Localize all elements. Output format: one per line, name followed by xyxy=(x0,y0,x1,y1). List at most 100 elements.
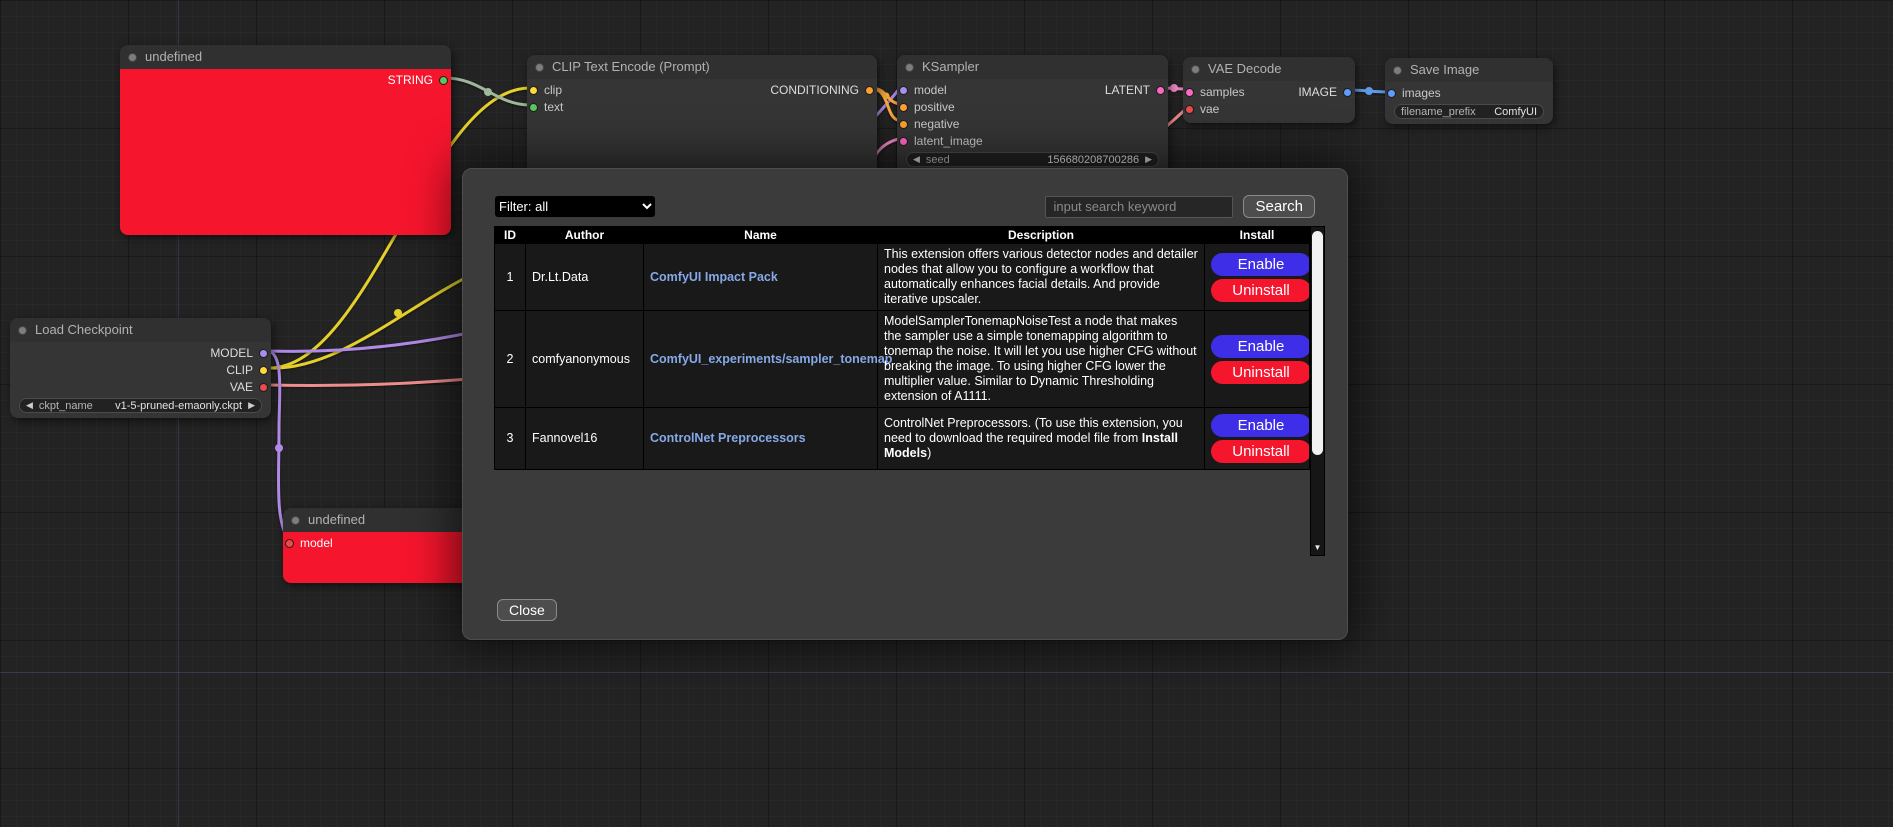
output-label-model: MODEL xyxy=(210,345,253,362)
ckpt-name-value: v1-5-pruned-emaonly.ckpt xyxy=(115,400,242,412)
seed-widget-value: 156680208700286 xyxy=(1047,154,1139,166)
filename-prefix-label: filename_prefix xyxy=(1401,106,1476,118)
node-undefined-bottom[interactable]: undefined model xyxy=(283,508,483,583)
node-status-icon xyxy=(291,516,300,525)
cell-id: 2 xyxy=(495,311,526,408)
node-title-bar[interactable]: CLIP Text Encode (Prompt) xyxy=(527,55,877,79)
uninstall-button[interactable]: Uninstall xyxy=(1211,279,1311,302)
table-header-row: ID Author Name Description Install xyxy=(495,227,1310,244)
input-slot-text[interactable] xyxy=(529,103,538,112)
extension-table-container: ID Author Name Description Install 1 Dr.… xyxy=(494,226,1325,556)
cell-description: This extension offers various detector n… xyxy=(878,244,1205,311)
header-id: ID xyxy=(495,227,526,244)
enable-button[interactable]: Enable xyxy=(1211,253,1311,276)
enable-button[interactable]: Enable xyxy=(1211,414,1311,437)
table-scrollbar[interactable]: ▼ xyxy=(1310,226,1325,556)
input-label-text: text xyxy=(544,99,563,116)
scrollbar-thumb[interactable] xyxy=(1312,231,1323,455)
prev-arrow-icon[interactable]: ◀ xyxy=(26,398,33,413)
filename-prefix-widget[interactable]: filename_prefix ComfyUI xyxy=(1394,104,1544,119)
node-load-checkpoint[interactable]: Load Checkpoint MODEL CLIP VAE ◀ ckpt_na… xyxy=(10,318,271,418)
node-title: Load Checkpoint xyxy=(35,322,133,337)
node-title: Save Image xyxy=(1410,62,1479,77)
node-title-bar[interactable]: VAE Decode xyxy=(1183,57,1355,81)
input-slot-vae[interactable] xyxy=(1185,105,1194,114)
cell-author: Fannovel16 xyxy=(526,408,644,470)
extension-link[interactable]: ControlNet Preprocessors xyxy=(650,431,806,445)
extension-row: 1 Dr.Lt.Data ComfyUI Impact Pack This ex… xyxy=(495,244,1310,311)
ckpt-name-widget[interactable]: ◀ ckpt_name v1-5-pruned-emaonly.ckpt ▶ xyxy=(19,398,262,413)
uninstall-button[interactable]: Uninstall xyxy=(1211,440,1311,463)
node-vae-decode[interactable]: VAE Decode samples IMAGE vae xyxy=(1183,57,1355,123)
search-input[interactable] xyxy=(1045,196,1233,218)
node-title: undefined xyxy=(145,49,202,64)
decrement-arrow-icon[interactable]: ◀ xyxy=(913,152,920,167)
filename-prefix-value: ComfyUI xyxy=(1494,106,1537,118)
seed-widget[interactable]: ◀ seed 156680208700286 ▶ xyxy=(906,152,1159,167)
cell-author: Dr.Lt.Data xyxy=(526,244,644,311)
node-status-icon xyxy=(1191,65,1200,74)
node-ksampler[interactable]: KSampler model LATENT positive negative xyxy=(897,55,1168,168)
output-slot-vae[interactable] xyxy=(259,383,268,392)
node-undefined-top[interactable]: undefined STRING xyxy=(120,45,451,235)
output-label-clip: CLIP xyxy=(226,362,253,379)
input-slot-positive[interactable] xyxy=(899,103,908,112)
output-slot-model[interactable] xyxy=(259,349,268,358)
cell-id: 3 xyxy=(495,408,526,470)
link-string-to-text xyxy=(445,78,530,105)
filter-select[interactable]: Filter: all xyxy=(494,195,656,218)
node-save-image[interactable]: Save Image images filename_prefix ComfyU… xyxy=(1385,58,1553,124)
input-slot-clip[interactable] xyxy=(529,86,538,95)
input-slot-latent-image[interactable] xyxy=(899,137,908,146)
output-slot-latent[interactable] xyxy=(1156,86,1165,95)
enable-button[interactable]: Enable xyxy=(1211,335,1311,358)
header-author: Author xyxy=(526,227,644,244)
close-button[interactable]: Close xyxy=(497,599,557,621)
output-label-vae: VAE xyxy=(230,379,253,396)
node-clip-text-encode[interactable]: CLIP Text Encode (Prompt) clip CONDITION… xyxy=(527,55,877,168)
node-body-error: STRING xyxy=(120,69,451,235)
output-label-string: STRING xyxy=(388,72,433,89)
seed-widget-label: seed xyxy=(926,154,950,166)
next-arrow-icon[interactable]: ▶ xyxy=(248,398,255,413)
input-label-model: model xyxy=(914,82,947,99)
input-label-vae: vae xyxy=(1200,101,1219,118)
node-title: undefined xyxy=(308,512,365,527)
cell-description: ControlNet Preprocessors. (To use this e… xyxy=(878,408,1205,470)
output-slot-image[interactable] xyxy=(1343,88,1352,97)
extension-link[interactable]: ComfyUI_experiments/sampler_tonemap xyxy=(650,352,892,366)
node-status-icon xyxy=(535,63,544,72)
header-name: Name xyxy=(644,227,878,244)
node-body-error: model xyxy=(283,532,483,583)
input-slot-images[interactable] xyxy=(1387,89,1396,98)
input-slot-negative[interactable] xyxy=(899,120,908,129)
output-label-latent: LATENT xyxy=(1105,82,1150,99)
header-description: Description xyxy=(878,227,1205,244)
node-title-bar[interactable]: undefined xyxy=(120,45,451,69)
node-title-bar[interactable]: undefined xyxy=(283,508,483,532)
output-slot-conditioning[interactable] xyxy=(865,86,874,95)
input-label-positive: positive xyxy=(914,99,955,116)
node-title-bar[interactable]: KSampler xyxy=(897,55,1168,79)
node-graph-canvas[interactable]: undefined STRING CLIP Text Encode (Promp… xyxy=(0,0,1893,827)
increment-arrow-icon[interactable]: ▶ xyxy=(1145,152,1152,167)
node-title: KSampler xyxy=(922,59,979,74)
search-button[interactable]: Search xyxy=(1243,195,1315,218)
output-label-conditioning: CONDITIONING xyxy=(770,82,859,99)
uninstall-button[interactable]: Uninstall xyxy=(1211,361,1311,384)
extension-manager-dialog: Filter: all Search ID Author Name Descri… xyxy=(462,168,1348,640)
input-slot-model[interactable] xyxy=(899,86,908,95)
scroll-down-arrow-icon[interactable]: ▼ xyxy=(1311,541,1324,554)
output-slot-clip[interactable] xyxy=(259,366,268,375)
input-slot-model[interactable] xyxy=(285,539,294,548)
node-title-bar[interactable]: Save Image xyxy=(1385,58,1553,82)
node-title: VAE Decode xyxy=(1208,61,1281,76)
node-title-bar[interactable]: Load Checkpoint xyxy=(10,318,271,342)
input-label-model: model xyxy=(300,535,333,552)
node-status-icon xyxy=(18,326,27,335)
extension-row: 2 comfyanonymous ComfyUI_experiments/sam… xyxy=(495,311,1310,408)
extension-link[interactable]: ComfyUI Impact Pack xyxy=(650,270,778,284)
ckpt-name-label: ckpt_name xyxy=(39,400,93,412)
input-slot-samples[interactable] xyxy=(1185,88,1194,97)
output-slot-string[interactable] xyxy=(439,76,448,85)
